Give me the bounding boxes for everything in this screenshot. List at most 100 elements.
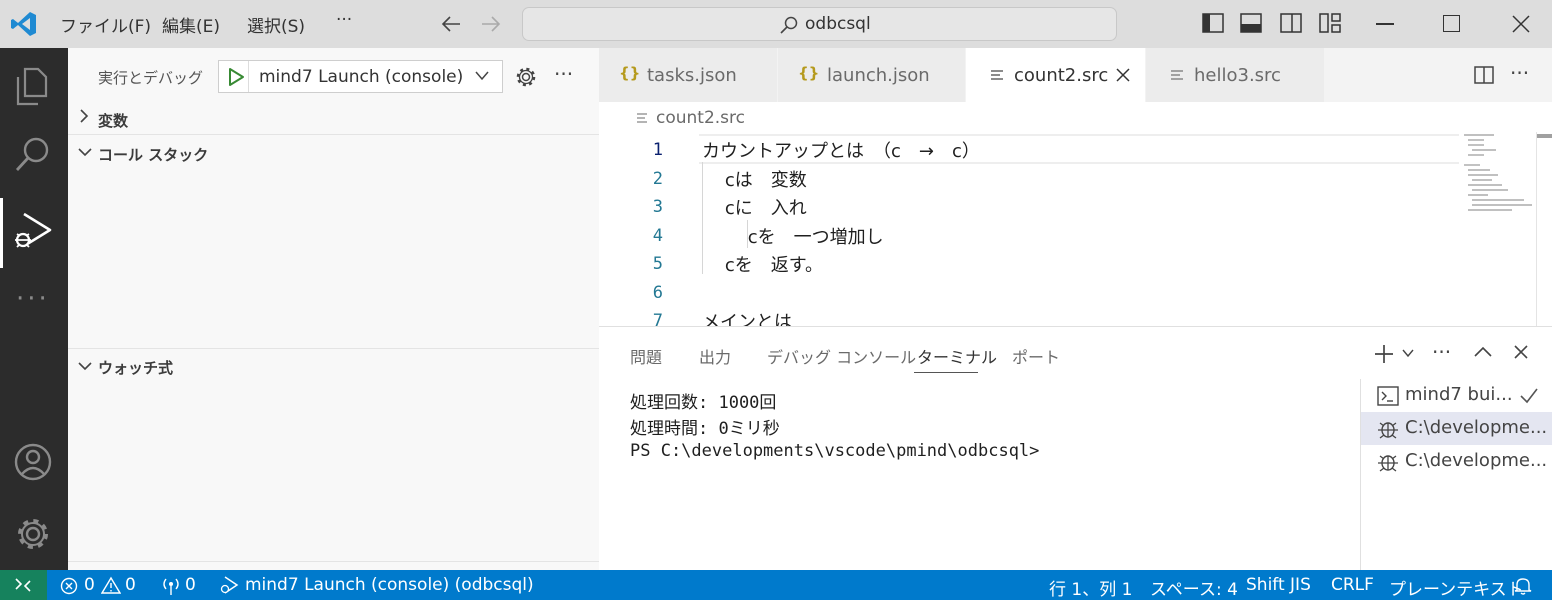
file-encoding[interactable]: Shift JIS xyxy=(1246,575,1311,595)
maximize-panel-chevron-up-icon[interactable] xyxy=(1474,346,1492,358)
line-number: 5 xyxy=(652,254,663,274)
terminal-prompt[interactable]: PS C:\developments\vscode\pmind\odbcsql> xyxy=(630,441,1039,461)
bottom-panel: 問題 出力 デバッグ コンソール ターミナル ポート ··· 処理回数: 100… xyxy=(599,326,1552,571)
start-debug-icon[interactable] xyxy=(227,67,245,87)
language-mode[interactable]: プレーンテキスト xyxy=(1389,575,1524,600)
search-text: odbcsql xyxy=(805,14,871,34)
run-debug-title: 実行とデバッグ xyxy=(98,69,204,87)
vscode-logo-icon xyxy=(10,10,38,38)
terminal-list-item[interactable]: mind7 bui... xyxy=(1361,379,1552,412)
ports-broadcast-icon xyxy=(160,576,182,596)
watch-section-header[interactable]: ウォッチ式 xyxy=(98,357,173,378)
code-line[interactable]: cを 返す。 xyxy=(702,251,823,277)
terminal-line: 処理回数: 1000回 xyxy=(630,393,777,413)
activity-bar: ··· xyxy=(0,48,68,570)
cursor-position[interactable]: 行 1、列 1 xyxy=(1049,575,1132,600)
terminal-label: C:\developme... xyxy=(1405,417,1548,438)
editor-tab-bar: {} tasks.json {} launch.json count2.src … xyxy=(599,48,1552,102)
editor-more-icon[interactable]: ··· xyxy=(1510,61,1529,85)
menu-selection[interactable]: 選択(S) xyxy=(247,12,305,37)
tab-tasks-json[interactable]: {} tasks.json xyxy=(599,48,777,102)
panel-more-icon[interactable]: ··· xyxy=(1432,340,1451,364)
code-line[interactable]: メインとは xyxy=(702,308,792,326)
tab-count2-src[interactable]: count2.src xyxy=(966,48,1145,102)
terminal-list-item[interactable]: C:\developme... xyxy=(1361,445,1552,478)
debug-more-icon[interactable]: ··· xyxy=(554,62,573,86)
debug-settings-gear-icon[interactable] xyxy=(515,66,537,88)
tab-label: tasks.json xyxy=(647,65,737,86)
tab-launch-json[interactable]: {} launch.json xyxy=(778,48,965,102)
terminal-label: C:\developme... xyxy=(1405,450,1548,471)
command-center-search[interactable]: odbcsql xyxy=(522,7,1117,41)
debug-session-label[interactable]: mind7 Launch (console) (odbcsql) xyxy=(245,575,534,595)
error-count[interactable]: 0 xyxy=(84,575,95,595)
code-line[interactable]: cに 入れ xyxy=(702,194,807,220)
launch-config-dropdown[interactable]: mind7 Launch (console) xyxy=(218,60,503,93)
toggle-panel-icon[interactable] xyxy=(1240,13,1262,33)
tab-terminal[interactable]: ターミナル xyxy=(917,344,997,368)
chevron-down-icon[interactable] xyxy=(78,146,92,158)
close-panel-icon[interactable] xyxy=(1513,344,1529,360)
ports-count[interactable]: 0 xyxy=(185,575,196,595)
new-terminal-plus-icon[interactable] xyxy=(1373,343,1395,365)
close-tab-icon[interactable] xyxy=(1115,67,1131,83)
explorer-icon[interactable] xyxy=(14,66,50,106)
tab-output[interactable]: 出力 xyxy=(699,344,731,368)
debug-sidebar: 実行とデバッグ mind7 Launch (console) ··· 変数 コー… xyxy=(68,48,599,570)
chevron-down-icon xyxy=(475,71,489,81)
maximize-icon[interactable] xyxy=(1443,15,1460,32)
title-bar: ファイル(F) 編集(E) 選択(S) ··· odbcsql xyxy=(0,0,1552,48)
toggle-sidebar-icon[interactable] xyxy=(1202,13,1224,33)
chevron-down-icon[interactable] xyxy=(78,360,92,372)
menu-edit[interactable]: 編集(E) xyxy=(162,12,220,37)
callstack-section-header[interactable]: コール スタック xyxy=(98,144,208,165)
code-line[interactable]: cは 変数 xyxy=(702,166,807,192)
remote-icon xyxy=(14,577,32,593)
customize-layout-icon[interactable] xyxy=(1319,13,1341,33)
split-editor-icon[interactable] xyxy=(1474,66,1494,84)
error-icon xyxy=(60,577,78,595)
tab-hello3-src[interactable]: hello3.src xyxy=(1146,48,1324,102)
remote-indicator[interactable] xyxy=(0,570,47,600)
menu-file[interactable]: ファイル(F) xyxy=(60,12,151,37)
back-arrow-icon[interactable] xyxy=(440,13,462,35)
line-number: 3 xyxy=(652,197,663,217)
tab-ports[interactable]: ポート xyxy=(1012,344,1060,368)
line-number: 6 xyxy=(652,283,663,303)
minimap[interactable] xyxy=(1462,132,1536,216)
indentation[interactable]: スペース: 4 xyxy=(1150,575,1238,600)
variables-section-header[interactable]: 変数 xyxy=(98,110,128,131)
code-editor[interactable]: count2.src 1 カウントアップとは （c → c） 2 cは 変数 3… xyxy=(599,102,1552,326)
text-file-icon xyxy=(636,112,648,124)
menu-more[interactable]: ··· xyxy=(336,10,352,30)
notifications-bell-icon[interactable] xyxy=(1514,576,1532,595)
tab-problems[interactable]: 問題 xyxy=(630,344,662,368)
status-bar: 0 0 0 mind7 Launch (console) (odbcsql) 行… xyxy=(0,570,1552,600)
forward-arrow-icon[interactable] xyxy=(480,13,502,35)
search-view-icon[interactable] xyxy=(14,136,52,176)
manage-gear-icon[interactable] xyxy=(13,514,53,554)
text-file-icon xyxy=(1170,69,1184,83)
more-views-icon[interactable]: ··· xyxy=(16,284,50,314)
terminal-label: mind7 bui... xyxy=(1405,384,1513,405)
chevron-down-icon[interactable] xyxy=(1402,349,1414,358)
active-tab-underline xyxy=(914,372,978,373)
warning-count[interactable]: 0 xyxy=(125,575,136,595)
close-window-icon[interactable] xyxy=(1511,14,1531,34)
json-braces-icon: {} xyxy=(798,64,820,82)
chevron-right-icon[interactable] xyxy=(78,109,90,123)
account-icon[interactable] xyxy=(13,442,53,482)
line-number: 1 xyxy=(652,140,663,160)
breadcrumb[interactable]: count2.src xyxy=(656,108,745,128)
toggle-secondary-sidebar-icon[interactable] xyxy=(1280,13,1302,33)
run-debug-icon[interactable] xyxy=(10,210,54,254)
code-line[interactable]: カウントアップとは （c → c） xyxy=(702,137,980,163)
end-of-line[interactable]: CRLF xyxy=(1331,575,1374,595)
minimize-icon[interactable] xyxy=(1376,23,1394,25)
scrollbar-thumb[interactable] xyxy=(1537,134,1552,138)
json-braces-icon: {} xyxy=(619,64,641,82)
terminal-list-item-selected[interactable]: C:\developme... xyxy=(1361,412,1552,445)
code-line[interactable]: cを 一つ増加し xyxy=(702,223,884,249)
check-icon xyxy=(1519,387,1539,405)
tab-debug-console[interactable]: デバッグ コンソール xyxy=(767,344,916,368)
